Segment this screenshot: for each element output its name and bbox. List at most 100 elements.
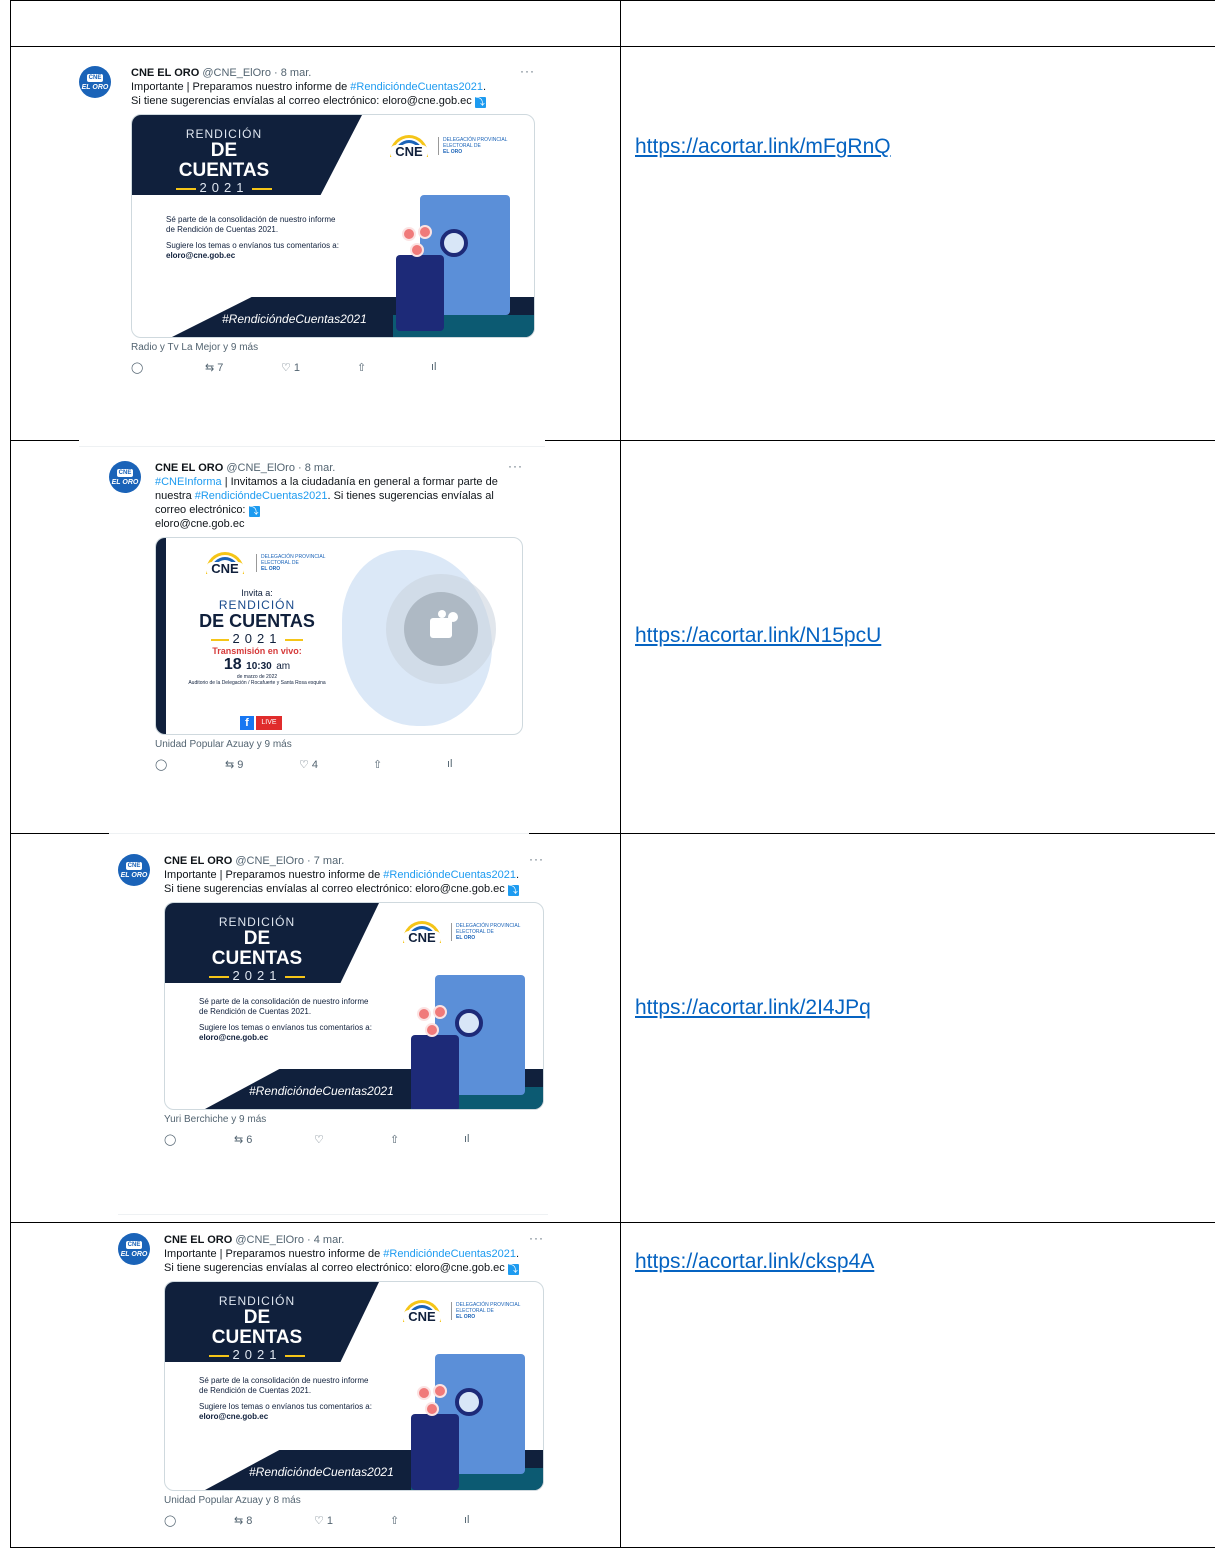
tweet-date: · 8 mar. — [274, 67, 311, 79]
more-icon[interactable]: ··· — [508, 459, 523, 473]
account-name: CNE EL ORO — [155, 462, 223, 474]
tweet-actions: ◯ ⇆ 6 ♡ ⇧ ıl — [164, 1133, 544, 1149]
short-link[interactable]: https://acortar.link/cksp4A — [635, 1250, 874, 1274]
hashtag-link[interactable]: #RendicióndeCuentas2021 — [383, 869, 516, 881]
heart-icon[interactable]: ♡ — [314, 1133, 324, 1146]
account-handle: @CNE_ElOro — [202, 67, 271, 79]
avatar[interactable]: CNEEL ORO — [118, 854, 150, 886]
banner-image[interactable]: RENDICIÓN DE CUENTAS 2021 CNE DELEGACIÓN… — [164, 902, 544, 1110]
heart-icon[interactable]: ♡ 1 — [281, 361, 300, 374]
arrow-right-icon: ⤵ — [475, 97, 486, 108]
table-row: CNEEL ORO CNE EL ORO @CNE_ElOro · 4 mar.… — [11, 1223, 1215, 1548]
hashtag-link[interactable]: #RendicióndeCuentas2021 — [350, 81, 483, 93]
analytics-icon[interactable]: ıl — [431, 361, 437, 373]
short-link[interactable]: https://acortar.link/N15pcU — [635, 624, 881, 648]
tweet-cell: CNEEL ORO CNE EL ORO @CNE_ElOro · 7 mar.… — [11, 834, 621, 1223]
avatar[interactable]: CNEEL ORO — [109, 461, 141, 493]
account-handle: @CNE_ElOro — [235, 1234, 304, 1246]
calculator-illustration — [390, 195, 510, 335]
share-icon[interactable]: ⇧ — [373, 758, 382, 771]
liked-by[interactable]: Unidad Popular Azuay y 8 más — [164, 1495, 544, 1506]
tweet-date: · 7 mar. — [307, 855, 344, 867]
reply-icon[interactable]: ◯ — [164, 1133, 176, 1146]
account-handle: @CNE_ElOro — [235, 855, 304, 867]
banner-hashtag: #RendicióndeCuentas2021 — [249, 1084, 394, 1098]
banner-image[interactable]: RENDICIÓN DE CUENTAS 2021 CNE DELEGACIÓN… — [164, 1281, 544, 1491]
tweet-date: · 4 mar. — [307, 1234, 344, 1246]
banner-message: Sé parte de la consolidación de nuestro … — [199, 1376, 372, 1422]
banner-message: Sé parte de la consolidación de nuestro … — [199, 997, 372, 1043]
link-cell: https://acortar.link/mFgRnQ — [621, 47, 1215, 441]
heart-icon[interactable]: ♡ 4 — [299, 758, 318, 771]
delegation-label: DELEGACIÓN PROVINCIALELECTORAL DEEL ORO — [451, 1302, 520, 1320]
banner-hashtag: #RendicióndeCuentas2021 — [249, 1465, 394, 1479]
share-icon[interactable]: ⇧ — [390, 1133, 399, 1146]
liked-by[interactable]: Radio y Tv La Mejor y 9 más — [131, 342, 535, 353]
account-name: CNE EL ORO — [131, 67, 199, 79]
share-icon[interactable]: ⇧ — [357, 361, 366, 374]
short-link[interactable]: https://acortar.link/mFgRnQ — [635, 135, 891, 159]
share-icon[interactable]: ⇧ — [390, 1514, 399, 1527]
retweet-icon[interactable]: ⇆ 7 — [205, 361, 223, 374]
reply-icon[interactable]: ◯ — [131, 361, 143, 374]
document-table: CNEEL ORO CNE EL ORO @CNE_ElOro · 8 mar.… — [10, 0, 1215, 1548]
hashtag-link[interactable]: #RendicióndeCuentas2021 — [383, 1248, 516, 1260]
retweet-icon[interactable]: ⇆ 8 — [234, 1514, 252, 1527]
arrow-right-icon: ⤵ — [249, 506, 260, 517]
liked-by[interactable]: Unidad Popular Azuay y 9 más — [155, 739, 523, 750]
arrow-right-icon: ⤵ — [508, 885, 519, 896]
tweet-card[interactable]: CNEEL ORO CNE EL ORO @CNE_ElOro · 8 mar.… — [79, 66, 545, 447]
calculator-illustration — [405, 975, 525, 1110]
more-icon[interactable]: ··· — [529, 1231, 544, 1245]
tweet-cell: CNEEL ORO CNE EL ORO @CNE_ElOro · 4 mar.… — [11, 1223, 621, 1548]
account-name: CNE EL ORO — [164, 1234, 232, 1246]
retweet-icon[interactable]: ⇆ 6 — [234, 1133, 252, 1146]
reply-icon[interactable]: ◯ — [164, 1514, 176, 1527]
link-cell: https://acortar.link/N15pcU — [621, 441, 1215, 834]
tweet-date: · 8 mar. — [298, 462, 335, 474]
short-link[interactable]: https://acortar.link/2I4JPq — [635, 996, 871, 1020]
play-video-icon[interactable] — [386, 574, 496, 684]
tweet-text: #CNEInforma | Invitamos a la ciudadanía … — [155, 475, 523, 531]
tweet-card[interactable]: CNEEL ORO CNE EL ORO @CNE_ElOro · 7 mar.… — [118, 854, 548, 1215]
table-row: CNEEL ORO CNE EL ORO @CNE_ElOro · 7 mar.… — [11, 834, 1215, 1223]
avatar[interactable]: CNEEL ORO — [118, 1233, 150, 1265]
link-cell: https://acortar.link/2I4JPq — [621, 834, 1215, 1223]
tweet-header: CNE EL ORO @CNE_ElOro · 8 mar. — [155, 461, 523, 475]
heart-icon[interactable]: ♡ 1 — [314, 1514, 333, 1527]
tweet-card[interactable]: CNEEL ORO CNE EL ORO @CNE_ElOro · 4 mar.… — [118, 1233, 548, 1543]
analytics-icon[interactable]: ıl — [447, 758, 453, 770]
delegation-label: DELEGACIÓN PROVINCIALELECTORAL DEEL ORO — [438, 137, 507, 155]
tweet-card[interactable]: CNEEL ORO CNE EL ORO @CNE_ElOro · 8 mar.… — [109, 461, 529, 834]
video-preview[interactable]: CNE DELEGACIÓN PROVINCIALELECTORAL DEEL … — [155, 537, 523, 735]
cne-logo: CNE — [397, 1300, 447, 1328]
liked-by[interactable]: Yuri Berchiche y 9 más — [164, 1114, 544, 1125]
table-header-row — [11, 1, 1215, 47]
tweet-text: Importante | Preparamos nuestro informe … — [164, 868, 544, 896]
banner-title: RENDICIÓN DE CUENTAS 2021 — [197, 1294, 317, 1362]
table-row: CNEEL ORO CNE EL ORO @CNE_ElOro · 8 mar.… — [11, 47, 1215, 441]
analytics-icon[interactable]: ıl — [464, 1514, 470, 1526]
header-cell-left — [11, 1, 621, 47]
arrow-right-icon: ⤵ — [508, 1264, 519, 1275]
hashtag-link[interactable]: #RendicióndeCuentas2021 — [195, 490, 328, 502]
banner-image[interactable]: RENDICIÓN DE CUENTAS 2021 CNE DELEGACIÓN… — [131, 114, 535, 338]
tweet-header: CNE EL ORO @CNE_ElOro · 4 mar. — [164, 1233, 544, 1247]
more-icon[interactable]: ··· — [529, 852, 544, 866]
tweet-actions: ◯ ⇆ 8 ♡ 1 ⇧ ıl — [164, 1514, 544, 1530]
banner-title: RENDICIÓN DE CUENTAS 2021 — [164, 127, 284, 195]
more-icon[interactable]: ··· — [520, 64, 535, 78]
analytics-icon[interactable]: ıl — [464, 1133, 470, 1145]
banner-title: RENDICIÓN DE CUENTAS 2021 — [197, 915, 317, 983]
hashtag-link[interactable]: #CNEInforma — [155, 476, 222, 488]
reply-icon[interactable]: ◯ — [155, 758, 167, 771]
cne-logo: CNE — [200, 552, 250, 580]
facebook-live-badge: fLIVE — [240, 716, 300, 730]
delegation-label: DELEGACIÓN PROVINCIALELECTORAL DEEL ORO — [451, 923, 520, 941]
retweet-icon[interactable]: ⇆ 9 — [225, 758, 243, 771]
avatar[interactable]: CNEEL ORO — [79, 66, 111, 98]
banner-message: Sé parte de la consolidación de nuestro … — [166, 215, 339, 261]
invitation-text: Invita a: RENDICIÓN DE CUENTAS 2021 Tran… — [182, 588, 332, 686]
tweet-header: CNE EL ORO @CNE_ElOro · 8 mar. — [131, 66, 535, 80]
tweet-actions: ◯ ⇆ 7 ♡ 1 ⇧ ıl — [131, 361, 535, 377]
